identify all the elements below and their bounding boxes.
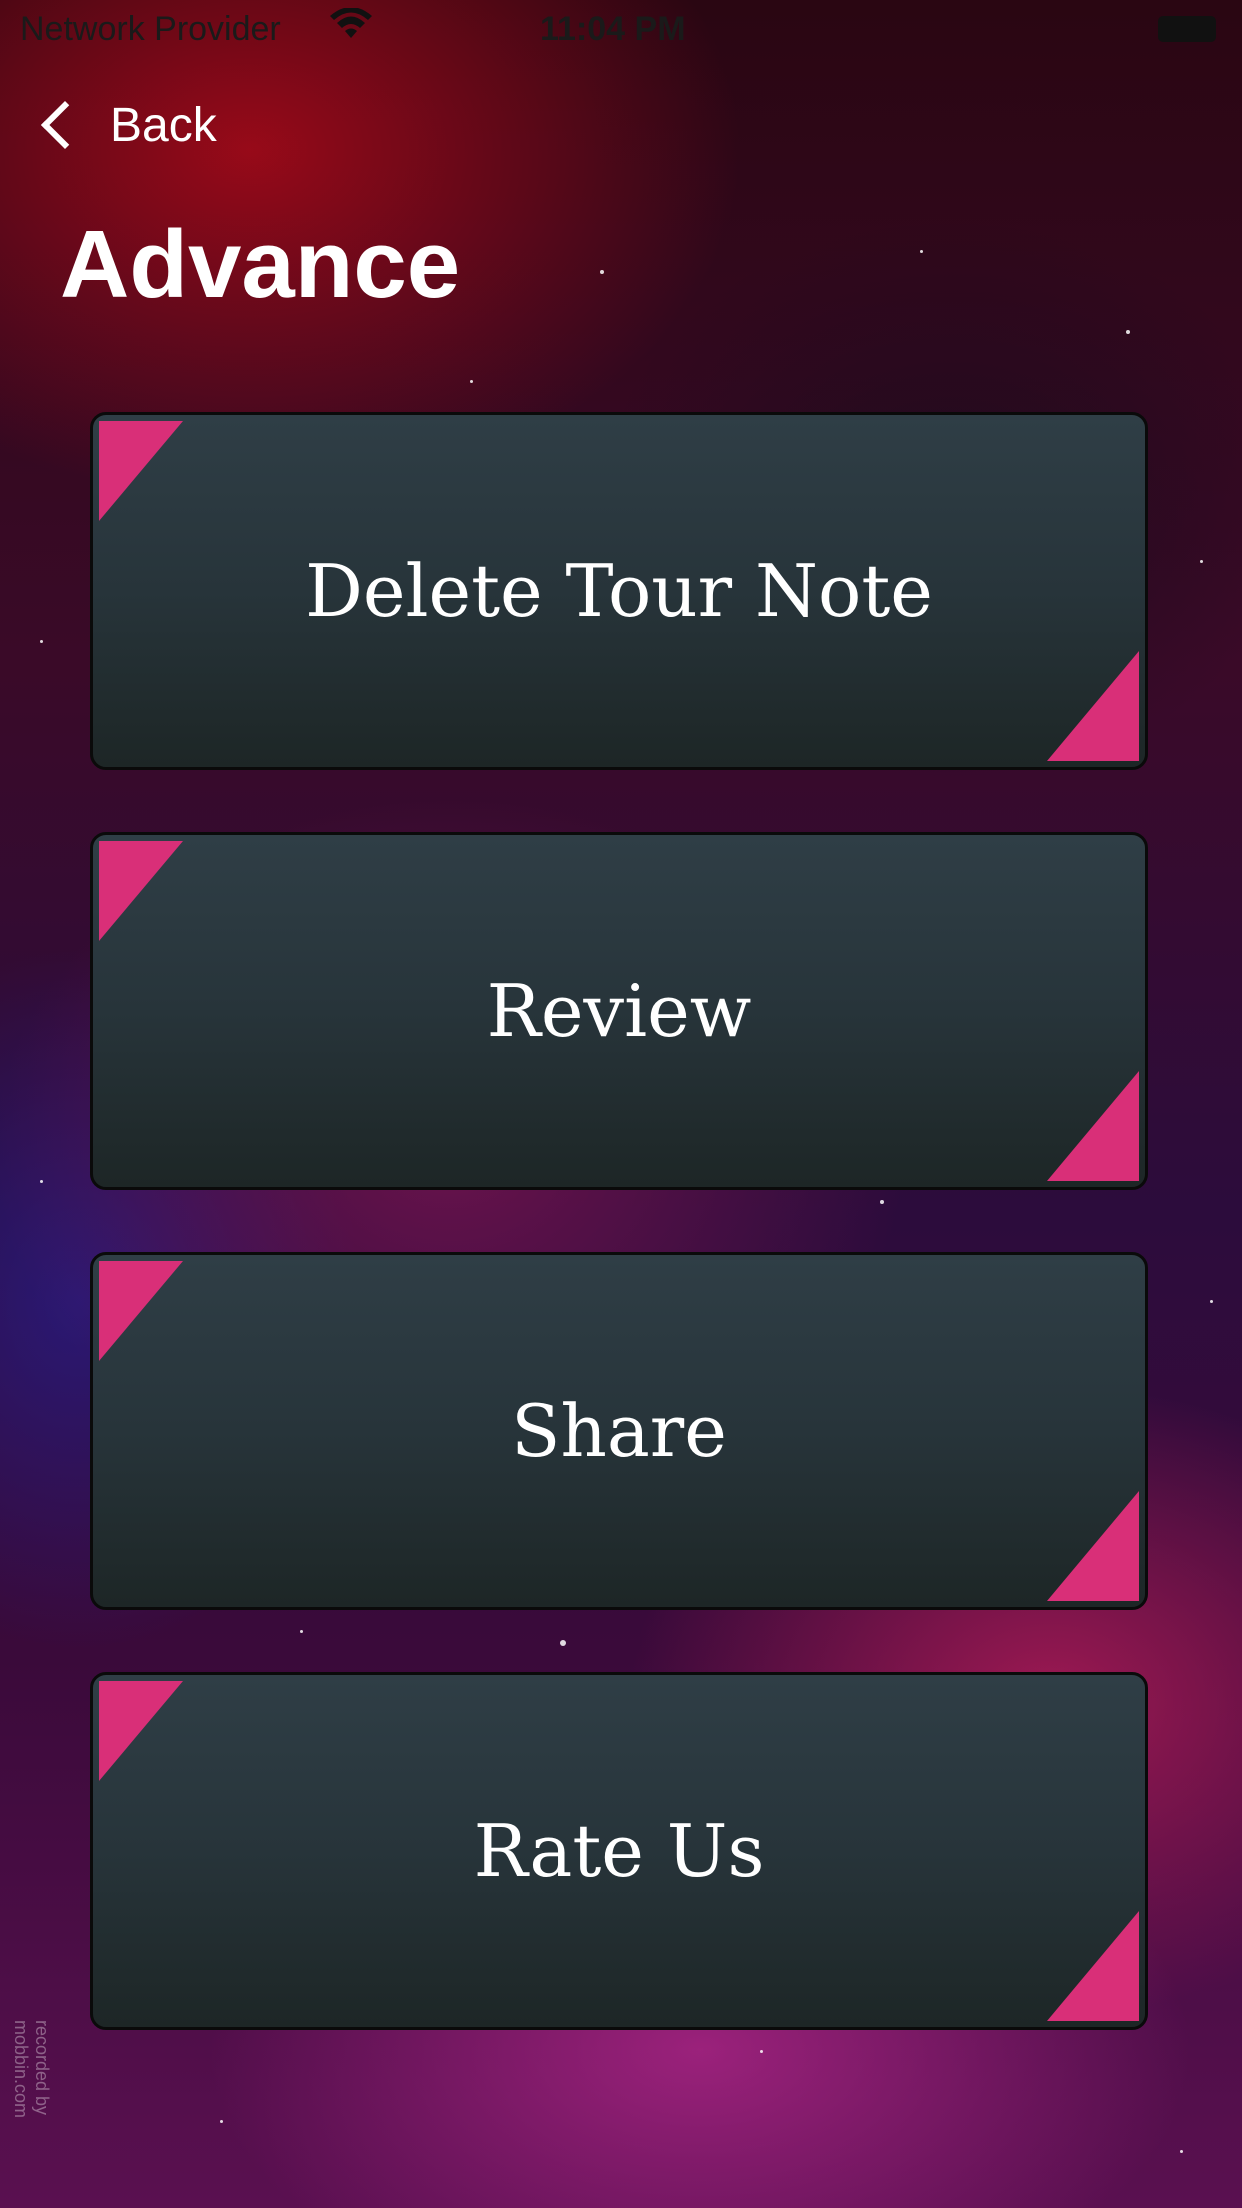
star [560,1640,566,1646]
star [220,2120,223,2123]
corner-accent [1047,651,1139,761]
corner-accent [1047,1491,1139,1601]
corner-accent [99,841,183,941]
carrier-name: Network Provider [20,10,281,48]
share-button[interactable]: Share [90,1252,1148,1610]
watermark: recorded by mobbin.com [11,2020,52,2119]
rate-us-button[interactable]: Rate Us [90,1672,1148,2030]
star [40,1180,43,1183]
star [760,2050,763,2053]
corner-accent [99,1261,183,1361]
star [40,640,43,643]
back-label: Back [110,98,217,152]
review-button[interactable]: Review [90,832,1148,1190]
chevron-left-icon [40,100,90,150]
status-time: 11:04 PM [540,10,686,48]
button-label: Delete Tour Note [305,549,933,633]
star [1126,330,1130,334]
button-label: Share [511,1389,727,1473]
star [880,1200,884,1204]
corner-accent [99,421,183,521]
page-title: Advance [60,211,461,318]
battery-icon [1158,16,1216,42]
back-button[interactable]: Back [36,90,217,160]
star [920,250,923,253]
corner-accent [1047,1071,1139,1181]
star [1210,1300,1213,1303]
corner-accent [99,1681,183,1781]
star [470,380,473,383]
delete-tour-note-button[interactable]: Delete Tour Note [90,412,1148,770]
star [300,1630,303,1633]
star [1180,2150,1183,2153]
star [600,270,604,274]
star [1200,560,1203,563]
wifi-icon [328,7,374,51]
button-label: Review [486,969,752,1053]
button-label: Rate Us [473,1809,765,1893]
corner-accent [1047,1911,1139,2021]
status-bar: Network Provider 11:04 PM [0,0,1242,60]
